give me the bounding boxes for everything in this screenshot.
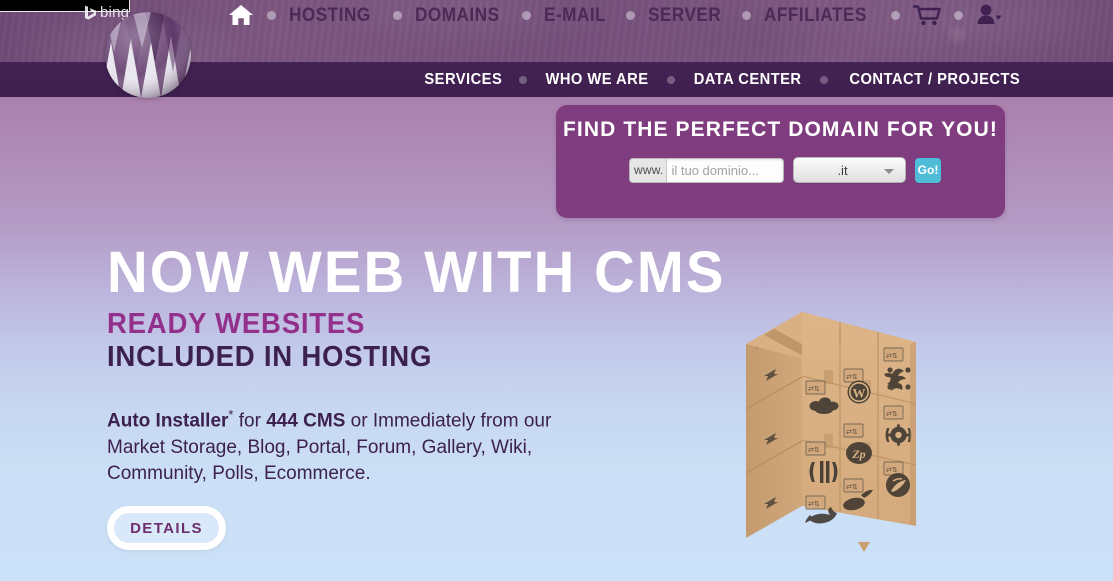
svg-text:⇄⇅: ⇄⇅ (846, 374, 858, 381)
hero-body-mid-2: or Immediately from our (345, 410, 552, 432)
domain-search-panel: FIND THE PERFECT DOMAIN FOR YOU! www. .i… (556, 105, 1005, 218)
hero-body-line-2: Market Storage, Blog, Portal, Forum, Gal… (107, 436, 533, 458)
hero-description: Auto Installer* for 444 CMS or Immediate… (107, 406, 587, 487)
nav-separator-dot (625, 10, 635, 20)
hero-body-line-3: Community, Polls, Ecommerce. (107, 462, 371, 484)
cms-boxes-illustration: ⇄⇅ ⇄⇅ ⇄⇅ ⇄⇅ ⇄⇅ ⇄⇅ ⇄⇅ ⇄⇅ ⇄⇅ W Zp (742, 296, 942, 556)
nav-item-email[interactable]: E-MAIL (544, 6, 606, 25)
details-button[interactable]: DETAILS (107, 506, 226, 550)
nav-separator-dot (267, 10, 276, 20)
subnav-separator-dot (820, 75, 829, 84)
bing-mark-icon (84, 5, 97, 20)
hero-body-lead: Auto Installer (107, 410, 229, 432)
nav-separator-dot (392, 10, 402, 20)
hero-body-cms-count: 444 CMS (266, 410, 346, 432)
hero-body-mid-1: for (233, 410, 267, 432)
page-root: bing HOSTING DOMAINS E-MAIL SERVER AFFIL… (0, 0, 1113, 581)
svg-text:⇄⇅: ⇄⇅ (886, 467, 898, 474)
svg-text:⇄⇅: ⇄⇅ (886, 411, 898, 418)
subnav-separator-dot (519, 75, 528, 84)
logo-dolphin (805, 507, 837, 524)
svg-text:⇄⇅: ⇄⇅ (846, 484, 858, 491)
boxes-front-face: ⇄⇅ ⇄⇅ ⇄⇅ ⇄⇅ ⇄⇅ ⇄⇅ ⇄⇅ ⇄⇅ ⇄⇅ W Zp (801, 312, 917, 526)
www-prefix-label: www. (630, 158, 668, 182)
user-account-icon[interactable] (976, 4, 1002, 26)
page-title: NOW WEB WITH CMS (107, 240, 726, 305)
nav-separator-dot (954, 10, 964, 20)
domain-search-form: www. .it Go! (629, 157, 941, 183)
hero-subheading-line-1: READY WEBSITES (107, 308, 366, 341)
primary-navigation: HOSTING DOMAINS E-MAIL SERVER AFFILIATES (228, 0, 1002, 30)
svg-text:Zp: Zp (851, 447, 865, 461)
subnav-item-who-we-are[interactable]: WHO WE ARE (546, 71, 649, 88)
svg-text:⇄⇅: ⇄⇅ (808, 501, 820, 508)
logo-zen-cart: Zp (846, 442, 872, 464)
nav-item-domains[interactable]: DOMAINS (415, 6, 500, 25)
secondary-navigation: SERVICES WHO WE ARE DATA CENTER CONTACT … (421, 62, 1028, 97)
bing-logo[interactable]: bing (84, 5, 129, 20)
hero-subheading: READY WEBSITES INCLUDED IN HOSTING (107, 308, 620, 374)
svg-text:⇄⇅: ⇄⇅ (886, 353, 898, 360)
subnav-item-services[interactable]: SERVICES (424, 71, 502, 88)
svg-text:⇄⇅: ⇄⇅ (808, 447, 820, 454)
nav-item-hosting[interactable]: HOSTING (289, 6, 371, 25)
svg-text:⇄⇅: ⇄⇅ (846, 429, 858, 436)
domain-search-title: FIND THE PERFECT DOMAIN FOR YOU! (563, 118, 998, 141)
subnav-item-data-center[interactable]: DATA CENTER (694, 71, 802, 88)
sphere-logo[interactable] (105, 12, 191, 98)
subnav-separator-dot (667, 75, 676, 84)
svg-text:⇄⇅: ⇄⇅ (808, 386, 820, 393)
domain-input-group: www. (629, 157, 784, 183)
nav-item-affiliates[interactable]: AFFILIATES (764, 6, 867, 25)
svg-text:W: W (853, 386, 866, 401)
hero-subheading-line-2: INCLUDED IN HOSTING (107, 341, 433, 374)
nav-separator-dot (521, 10, 531, 20)
tld-dropdown[interactable]: .it (793, 157, 906, 183)
shopping-cart-icon[interactable] (913, 4, 942, 26)
domain-search-input[interactable] (667, 158, 783, 182)
hero-heading-block: NOW WEB WITH CMS READY WEBSITES INCLUDED… (107, 240, 726, 374)
subnav-item-contact-projects[interactable]: CONTACT / PROJECTS (850, 71, 1021, 88)
nav-separator-dot (742, 10, 752, 20)
logo-coffee (886, 473, 910, 497)
logo-wordpress: W (847, 380, 871, 404)
domain-search-submit-button[interactable]: Go! (915, 157, 941, 183)
nav-item-server[interactable]: SERVER (648, 6, 721, 25)
home-icon[interactable] (228, 4, 254, 26)
chevron-down-icon (884, 169, 894, 174)
nav-separator-dot (891, 10, 901, 20)
